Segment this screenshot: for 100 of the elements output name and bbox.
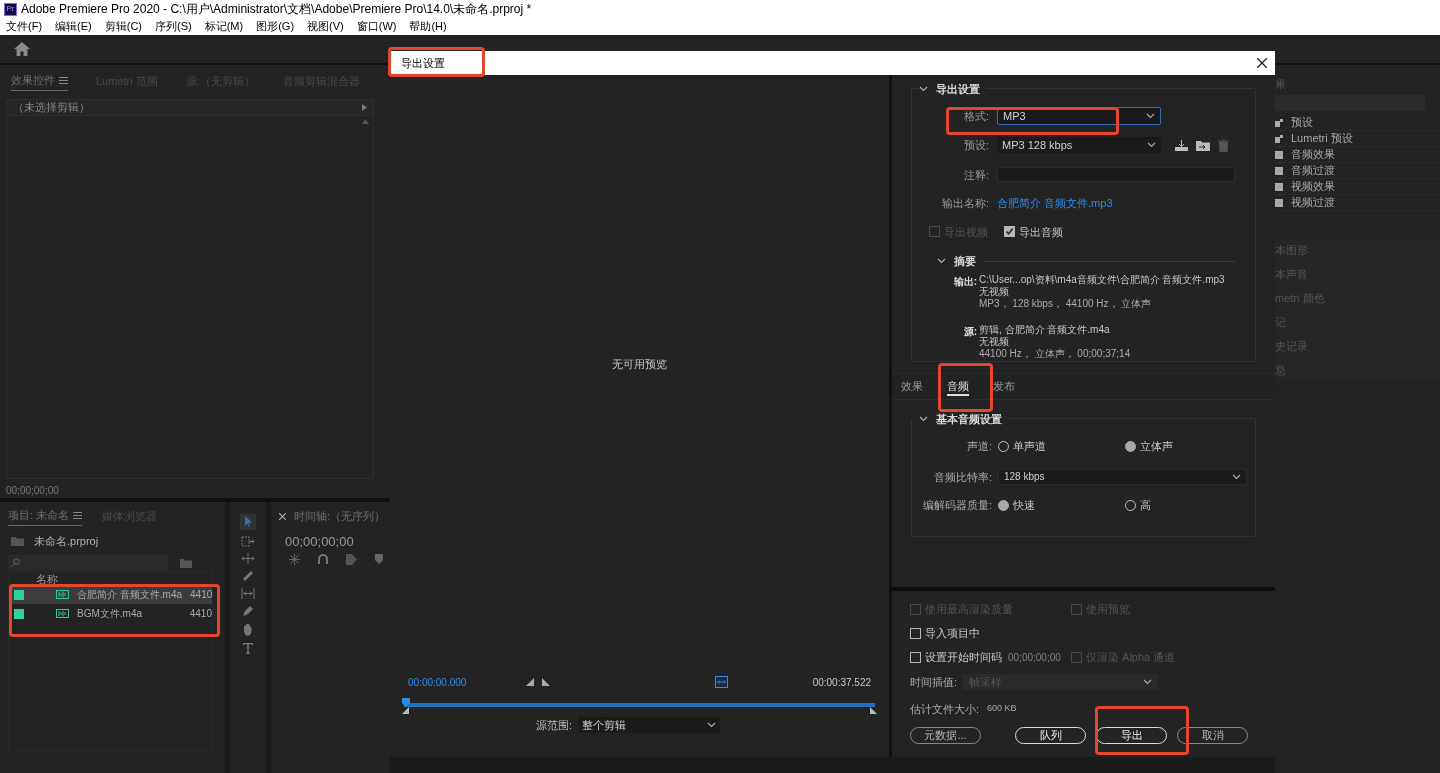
mark-out-icon[interactable] <box>542 678 551 686</box>
fit-icon[interactable] <box>715 676 729 688</box>
menu-item[interactable]: 图形(G) <box>256 18 295 35</box>
annotation-frame <box>938 363 993 412</box>
preview-message: 无可用预览 <box>612 356 667 372</box>
menu-item[interactable]: 序列(S) <box>155 18 192 35</box>
clip-name: BGM文件.m4a <box>77 607 143 621</box>
checkbox[interactable] <box>1004 226 1015 238</box>
search-icon <box>11 558 20 567</box>
dropdown[interactable]: 128 kbps <box>998 468 1247 485</box>
track-select-icon[interactable] <box>241 536 255 547</box>
chevron-icon <box>1232 473 1241 480</box>
section-heading: 导出设置 <box>936 81 980 97</box>
snap-icon[interactable] <box>318 554 328 564</box>
preset-bin-icon <box>1275 134 1283 143</box>
summary-line: 无视频 <box>979 285 1010 298</box>
timecode: 00;00;00;00 <box>6 484 60 498</box>
color-swatch[interactable] <box>14 608 24 619</box>
chevron-icon[interactable] <box>919 416 928 422</box>
search-field[interactable] <box>8 555 168 570</box>
bin-icon <box>11 536 24 546</box>
chevron-icon <box>1147 142 1156 149</box>
menu-item[interactable]: 帮助(H) <box>409 18 447 35</box>
radio-button[interactable] <box>1125 440 1136 452</box>
effect-category[interactable]: 视频效果 <box>1291 178 1335 195</box>
chevron-icon <box>707 722 717 729</box>
in-point-icon[interactable] <box>402 707 409 714</box>
tab[interactable]: 音频 <box>947 377 969 396</box>
chevron-icon <box>1143 679 1153 685</box>
field-label: 时间插值: <box>910 674 958 690</box>
summary-line: 无视频 <box>979 335 1010 348</box>
playhead-icon[interactable] <box>402 698 410 707</box>
field-label: 估计文件大小: <box>910 701 980 717</box>
checkbox[interactable] <box>910 651 921 663</box>
ripple-edit-icon[interactable] <box>241 553 255 564</box>
effect-category[interactable]: Lumetri 预设 <box>1291 130 1353 147</box>
summary-label: 输出: <box>952 274 977 289</box>
marker-icon[interactable] <box>375 554 383 564</box>
clip-header: （未选择剪辑） <box>13 100 90 116</box>
menu-item[interactable]: 剪辑(C) <box>104 18 142 35</box>
mark-in-icon[interactable] <box>526 678 535 686</box>
audio-clip-icon <box>56 609 69 618</box>
summary-line: C:\User...op\资料\m4a音频文件\合肥简介 音频文件.mp3 <box>979 273 1225 286</box>
menu-item[interactable]: 标记(M) <box>204 18 244 35</box>
menu-icon[interactable] <box>73 512 83 519</box>
dropdown[interactable]: 整个剪辑 <box>578 717 721 734</box>
timecode: 00:00:00.000 <box>408 675 467 690</box>
radio-label: 单声道 <box>1013 439 1046 454</box>
timecode: 00:00:37.522 <box>812 675 872 690</box>
expand-icon[interactable] <box>362 104 367 111</box>
import-preset-icon[interactable] <box>1196 139 1210 151</box>
pen-icon[interactable] <box>242 605 254 617</box>
chevron-icon[interactable] <box>937 258 946 265</box>
dropdown[interactable]: MP3 128 kbps <box>997 137 1161 154</box>
selection-tool-icon[interactable] <box>240 514 256 530</box>
hand-icon[interactable] <box>242 623 254 636</box>
out-point-icon[interactable] <box>870 707 878 714</box>
field-label: 注释: <box>962 167 989 183</box>
field-label: 音频比特率: <box>932 469 992 485</box>
dialog-title: 导出设置 <box>401 55 445 71</box>
scrubber-track[interactable] <box>404 703 876 707</box>
tab[interactable]: 发布 <box>993 377 1015 396</box>
menu-item[interactable]: 文件(F) <box>6 18 43 35</box>
razor-icon[interactable] <box>242 570 254 582</box>
chevron-icon <box>1146 113 1155 119</box>
menu-item[interactable]: 视图(V) <box>307 18 344 35</box>
preset-bin-icon <box>1275 118 1283 127</box>
field-label: 格式: <box>962 108 989 124</box>
home-icon[interactable] <box>14 42 30 56</box>
color-swatch[interactable] <box>14 589 24 600</box>
menu-item[interactable]: 窗口(W) <box>356 18 397 35</box>
audio-clip-icon <box>56 590 69 599</box>
radio-label: 高 <box>1140 498 1151 513</box>
nest-icon[interactable] <box>289 553 300 565</box>
menu-item[interactable]: 编辑(E) <box>55 18 92 35</box>
chevron-icon[interactable] <box>919 86 928 92</box>
effect-category[interactable]: 视频过渡 <box>1291 194 1335 211</box>
checkbox[interactable] <box>910 627 921 639</box>
radio-button[interactable] <box>998 499 1009 511</box>
radio-label: 立体声 <box>1140 439 1173 454</box>
close-icon[interactable] <box>279 512 286 520</box>
close-icon[interactable] <box>1257 58 1267 68</box>
effect-category[interactable]: 音频过渡 <box>1291 162 1335 179</box>
summary-line: 剪辑, 合肥简介 音频文件.m4a <box>979 323 1111 336</box>
checkbox-label: 导入项目中 <box>925 625 980 641</box>
summary-label: 源: <box>962 324 977 339</box>
radio-label: 快速 <box>1013 498 1035 513</box>
tab[interactable]: 效果 <box>901 377 923 396</box>
field-label: 源范围: <box>536 718 573 733</box>
type-tool-icon[interactable] <box>242 642 254 654</box>
column-header: 名称 <box>36 573 58 585</box>
output-name-link[interactable]: 合肥简介 音频文件.mp3 <box>997 195 1113 212</box>
field-label: 编解码器质量: <box>921 498 992 513</box>
effect-category[interactable]: 音频效果 <box>1291 146 1335 163</box>
slip-icon[interactable] <box>241 588 255 599</box>
effect-category[interactable]: 预设 <box>1291 114 1313 131</box>
menu-icon[interactable] <box>59 77 68 84</box>
section-heading: 基本音频设置 <box>936 411 1002 427</box>
save-preset-icon[interactable] <box>1175 139 1188 151</box>
timecode: 00;00;00;00 <box>1008 650 1061 665</box>
